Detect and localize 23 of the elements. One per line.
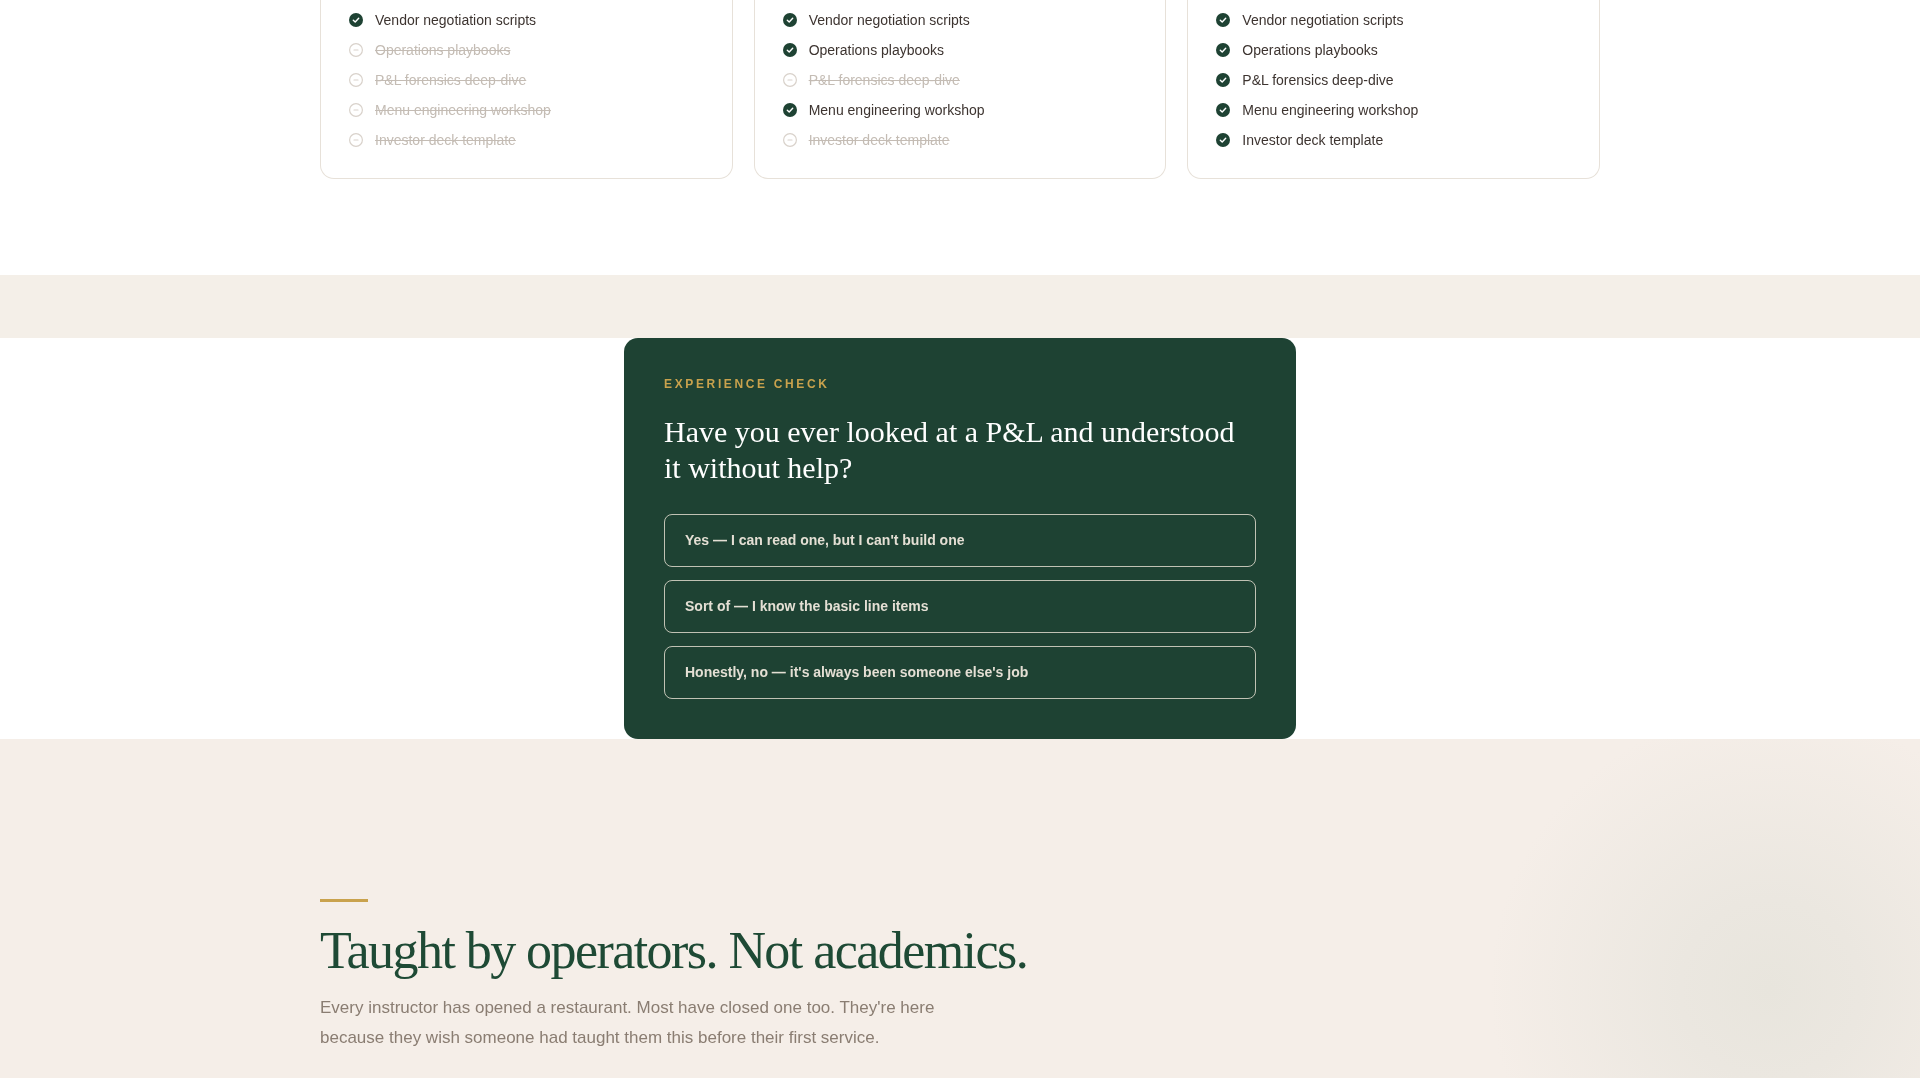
feature-label: Menu engineering workshop: [808, 101, 985, 120]
feature-label: Operations playbooks: [808, 41, 945, 60]
answer-option[interactable]: Honestly, no — it's always been someone else's job: [664, 646, 1256, 699]
feature-label: Menu engineering workshop: [1242, 101, 1419, 120]
question-heading: Have you ever looked at a P&L and understood it without help?: [664, 414, 1236, 486]
feature-label: P&L forensics deep-dive: [375, 71, 527, 90]
eyebrow-label: EXPERIENCE CHECK: [664, 376, 831, 392]
answer-option[interactable]: Yes — I can read one, but I can't build one: [664, 514, 1256, 567]
feature-label: P&L forensics deep-dive: [1242, 71, 1394, 90]
feature-label: Operations playbooks: [375, 41, 511, 60]
feature-label: Vendor negotiation scripts: [375, 11, 537, 30]
feature-label: Menu engineering workshop: [375, 101, 551, 120]
accent-line: [320, 899, 368, 902]
feature-label: Investor deck template: [1242, 131, 1384, 150]
feature-label: Investor deck template: [375, 131, 516, 150]
feature-label: Vendor negotiation scripts: [808, 11, 970, 30]
answer-option[interactable]: Sort of — I know the basic line items: [664, 580, 1256, 633]
feature-label: Operations playbooks: [1242, 41, 1378, 60]
feature-label: P&L forensics deep-dive: [808, 71, 960, 90]
section-heading: Taught by operators. Not academics.: [320, 922, 1029, 979]
feature-label: Vendor negotiation scripts: [1242, 11, 1404, 30]
feature-label: Investor deck template: [808, 131, 950, 150]
section-description: Every instructor has opened a restaurant. Most have closed one too. They're here because they wish someone had taught them this before their first service.: [320, 997, 936, 1049]
